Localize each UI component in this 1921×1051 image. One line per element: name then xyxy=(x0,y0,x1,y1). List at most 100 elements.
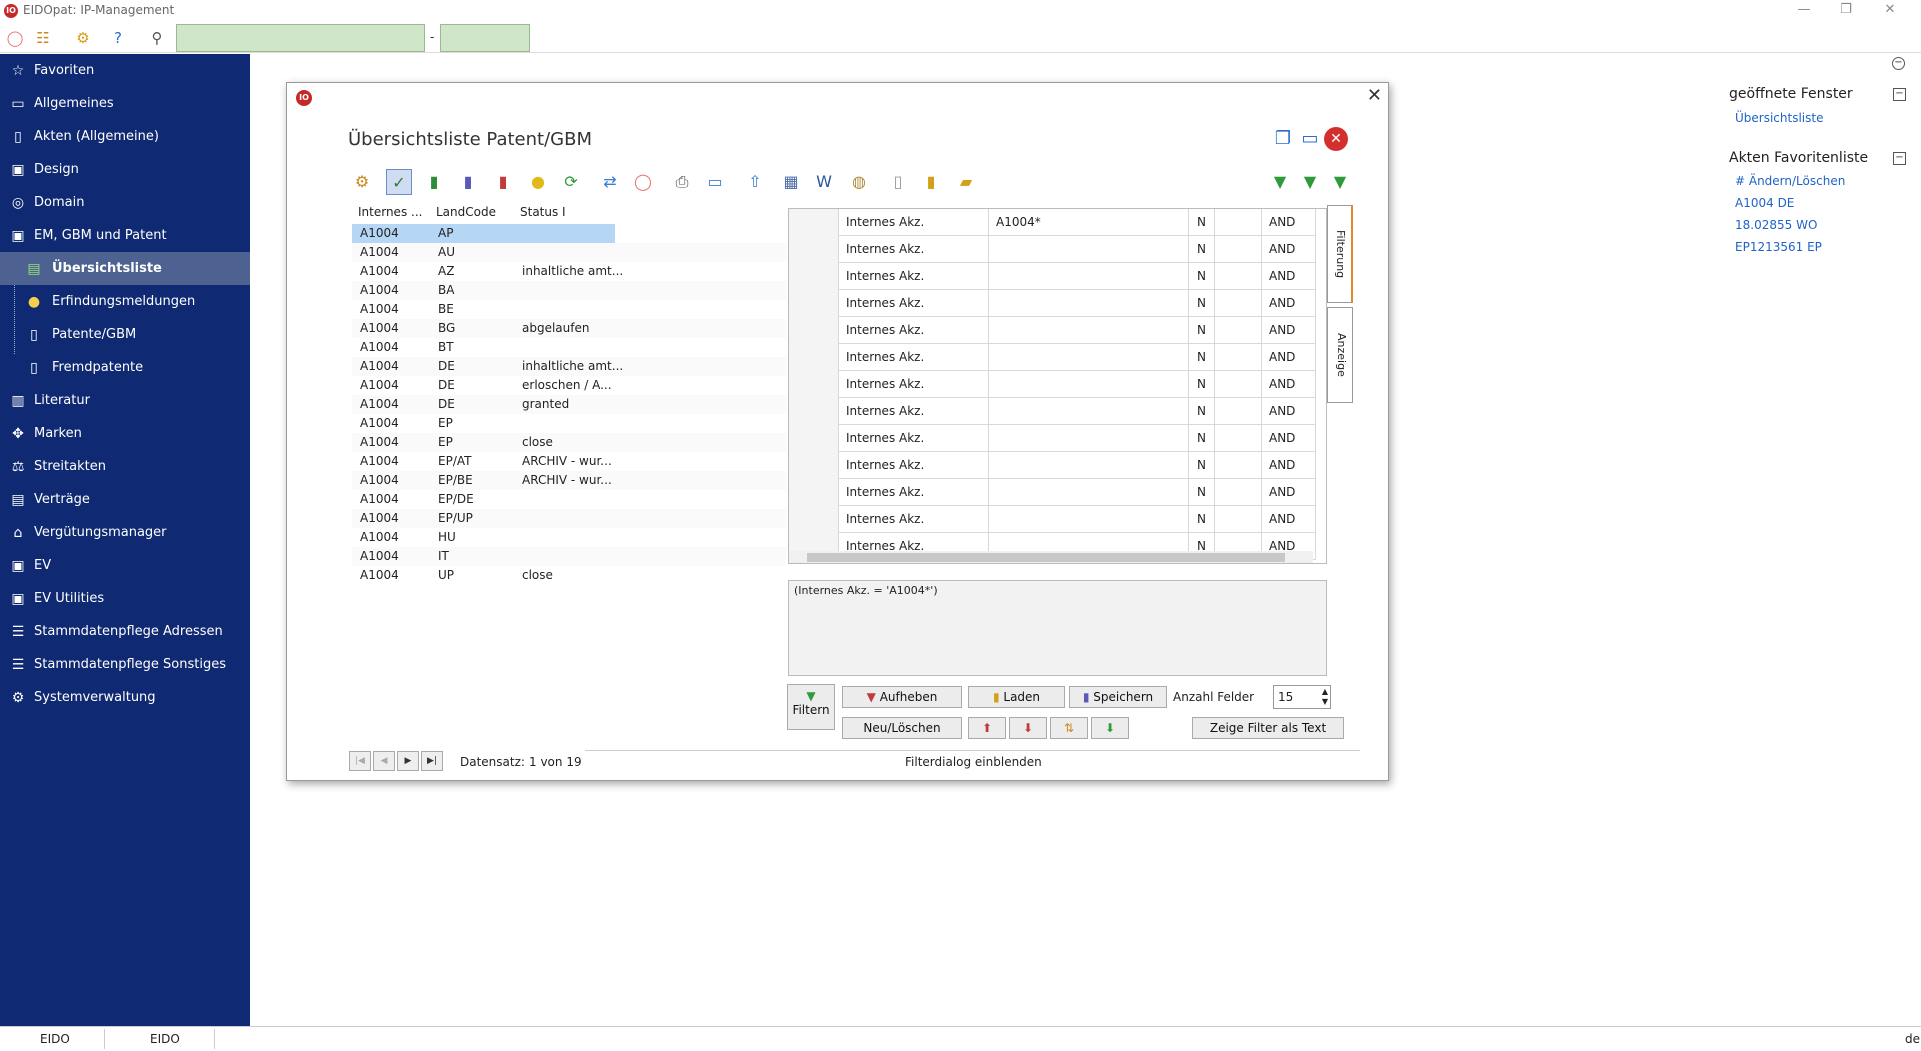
filter-cell-op[interactable]: AND xyxy=(1262,263,1316,290)
archive-icon[interactable]: ◍ xyxy=(846,169,872,195)
filter-cell[interactable] xyxy=(789,344,839,371)
filter-cell-value[interactable] xyxy=(989,263,1189,290)
table-row[interactable]: A1004 EP/DE xyxy=(352,490,786,509)
table-row[interactable]: A1004 HU xyxy=(352,528,786,547)
filter-cell-value[interactable] xyxy=(989,452,1189,479)
tab-anzeige[interactable]: Anzeige xyxy=(1327,307,1353,403)
filter-cell[interactable] xyxy=(789,290,839,317)
open-window-link[interactable]: Übersichtsliste xyxy=(1735,111,1823,125)
filter-cell-field[interactable]: Internes Akz. xyxy=(839,344,989,371)
checklist-icon[interactable]: ✓ xyxy=(386,169,412,195)
filter-cell[interactable] xyxy=(789,425,839,452)
filter-row[interactable]: Internes Akz. N AND xyxy=(789,479,1316,506)
filter-cell-value[interactable] xyxy=(989,290,1189,317)
filter-cell-value[interactable] xyxy=(989,236,1189,263)
table-row[interactable]: A1004 AP xyxy=(352,224,615,243)
filter-cell[interactable] xyxy=(1215,479,1262,506)
table-row[interactable]: A1004 BT xyxy=(352,338,786,357)
filter-cell[interactable] xyxy=(1215,344,1262,371)
filter-cell[interactable] xyxy=(789,236,839,263)
table-row[interactable]: A1004 EP xyxy=(352,414,786,433)
sidebar-item-em-gbm-patent[interactable]: ▣ EM, GBM und Patent xyxy=(0,219,250,252)
filter-cell-field[interactable]: Internes Akz. xyxy=(839,263,989,290)
filter-icon[interactable]: ▼ xyxy=(1267,169,1293,195)
filter-row[interactable]: Internes Akz. N AND xyxy=(789,317,1316,344)
filter-cell[interactable] xyxy=(1215,371,1262,398)
filter-cell-n[interactable]: N xyxy=(1189,317,1215,344)
filter-row[interactable]: Internes Akz. N AND xyxy=(789,236,1316,263)
collapse-all-icon[interactable]: − xyxy=(1892,57,1905,70)
red-document-icon[interactable]: ▮ xyxy=(490,169,516,195)
filter-cell[interactable] xyxy=(789,479,839,506)
swap-icon[interactable]: ⇅ xyxy=(1050,717,1088,739)
filter-cell[interactable] xyxy=(789,452,839,479)
filter-cell-value[interactable] xyxy=(989,479,1189,506)
filter-cell-n[interactable]: N xyxy=(1189,236,1215,263)
filter-cell[interactable] xyxy=(1215,452,1262,479)
table-row[interactable]: A1004 UP close xyxy=(352,566,786,585)
table-row[interactable]: A1004 AU xyxy=(352,243,786,262)
filter-cell-n[interactable]: N xyxy=(1189,506,1215,533)
favorite-link[interactable]: # Ändern/Löschen xyxy=(1735,174,1845,188)
first-record-icon[interactable]: |◀ xyxy=(349,751,371,771)
table-row[interactable]: A1004 DE erloschen / A... xyxy=(352,376,786,395)
folder-icon[interactable]: ▰ xyxy=(953,169,979,195)
filter-cell-op[interactable]: AND xyxy=(1262,425,1316,452)
filter-cell-field[interactable]: Internes Akz. xyxy=(839,209,989,236)
window-cascade-icon[interactable]: ❐ xyxy=(1271,127,1295,151)
restore-icon[interactable]: ❐ xyxy=(1836,2,1856,20)
filter-cell-op[interactable]: AND xyxy=(1262,236,1316,263)
users-icon[interactable]: ⚙ xyxy=(349,169,375,195)
help-icon[interactable]: ? xyxy=(107,27,129,49)
table-row[interactable]: A1004 DE inhaltliche amt... xyxy=(352,357,786,376)
refresh-icon[interactable]: ⟳ xyxy=(558,169,584,195)
close-window-icon[interactable]: ✕ xyxy=(1880,2,1900,20)
filter-cell-op[interactable]: AND xyxy=(1262,398,1316,425)
column-header[interactable]: LandCode xyxy=(436,205,496,223)
filter-row[interactable]: Internes Akz. N AND xyxy=(789,425,1316,452)
filter-row[interactable]: Internes Akz. N AND xyxy=(789,371,1316,398)
filter-cell[interactable] xyxy=(1215,236,1262,263)
upload-icon[interactable]: ⇧ xyxy=(742,169,768,195)
sidebar-item-marken[interactable]: ✥ Marken xyxy=(0,417,250,450)
aufheben-button[interactable]: ▼ Aufheben xyxy=(842,686,962,708)
sidebar-item-stammdaten-sonstiges[interactable]: ☰ Stammdatenpflege Sonstiges xyxy=(0,648,250,681)
filter-row[interactable]: Internes Akz. N AND xyxy=(789,290,1316,317)
sidebar-item-ev[interactable]: ▣ EV xyxy=(0,549,250,582)
filterdialog-toggle[interactable]: Filterdialog einblenden xyxy=(905,755,1042,769)
preview-icon[interactable]: ▭ xyxy=(702,169,728,195)
filter-cell-value[interactable] xyxy=(989,425,1189,452)
filter-cell-n[interactable]: N xyxy=(1189,371,1215,398)
sidebar-item-fremdpatente[interactable]: ▯ Fremdpatente xyxy=(0,351,250,384)
last-record-icon[interactable]: ▶| xyxy=(421,751,443,771)
filter-cell-op[interactable]: AND xyxy=(1262,209,1316,236)
filter-cell-field[interactable]: Internes Akz. xyxy=(839,452,989,479)
horizontal-scrollbar[interactable] xyxy=(789,551,1313,563)
filter-cell-n[interactable]: N xyxy=(1189,290,1215,317)
favorites-collapse-icon[interactable]: − xyxy=(1893,152,1906,165)
filter-cell-op[interactable]: AND xyxy=(1262,479,1316,506)
blue-document-icon[interactable]: ▮ xyxy=(455,169,481,195)
filter-cell[interactable] xyxy=(789,398,839,425)
sidebar-item-verguetungsmanager[interactable]: ⌂ Vergütungsmanager xyxy=(0,516,250,549)
filter-row[interactable]: Internes Akz. N AND xyxy=(789,506,1316,533)
sidebar-item-systemverwaltung[interactable]: ⚙ Systemverwaltung xyxy=(0,681,250,714)
table-row[interactable]: A1004 EP/UP xyxy=(352,509,786,528)
filter-cell-value[interactable] xyxy=(989,371,1189,398)
filter-cell-n[interactable]: N xyxy=(1189,452,1215,479)
stop-record-icon[interactable]: ◯ xyxy=(630,169,656,195)
window-detach-icon[interactable]: ▭ xyxy=(1298,127,1322,151)
move-up-icon[interactable]: ⬆ xyxy=(968,717,1006,739)
dialog-exit-icon[interactable]: ✕ xyxy=(1324,127,1348,151)
filter-cell-field[interactable]: Internes Akz. xyxy=(839,317,989,344)
filter-cell-op[interactable]: AND xyxy=(1262,317,1316,344)
filter-row[interactable]: Internes Akz. N AND xyxy=(789,398,1316,425)
laden-button[interactable]: ▮ Laden xyxy=(968,686,1065,708)
sidebar-item-uebersichtsliste[interactable]: ▤ Übersichtsliste xyxy=(0,252,250,285)
minimize-icon[interactable]: — xyxy=(1794,2,1814,20)
scroll-thumb[interactable] xyxy=(807,553,1285,562)
add-document-icon[interactable]: ▮ xyxy=(918,169,944,195)
filter-cell-n[interactable]: N xyxy=(1189,209,1215,236)
favorite-link[interactable]: 18.02855 WO xyxy=(1735,218,1817,232)
sidebar-item-ev-utilities[interactable]: ▣ EV Utilities xyxy=(0,582,250,615)
